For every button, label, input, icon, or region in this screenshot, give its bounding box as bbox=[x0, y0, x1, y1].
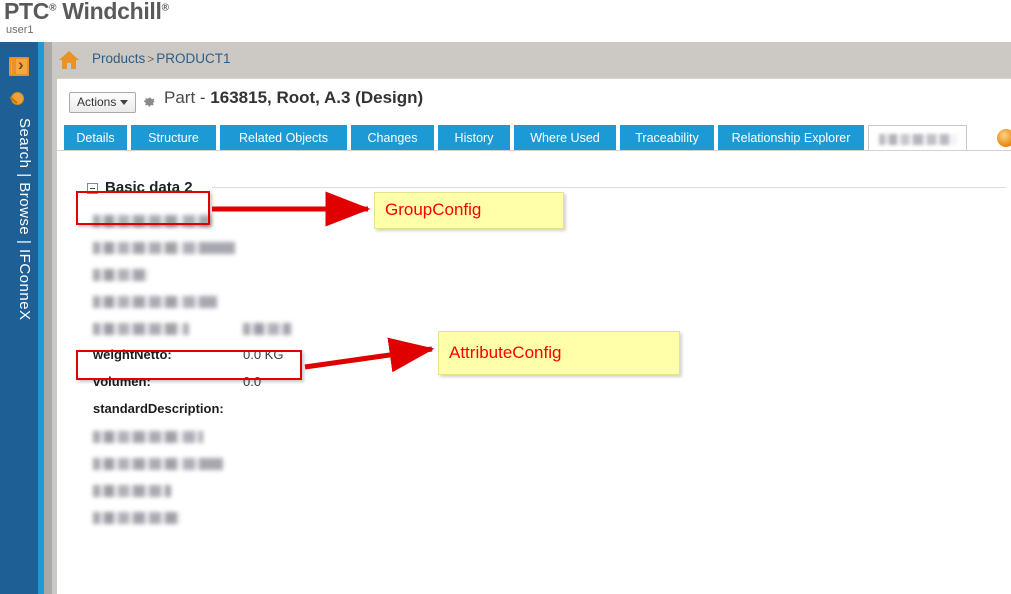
pin-icon[interactable] bbox=[11, 92, 24, 105]
attribute-value: 0.0 KG bbox=[243, 347, 284, 362]
tab-history[interactable]: History bbox=[438, 125, 510, 151]
breadcrumb-root[interactable]: Products bbox=[92, 51, 145, 66]
registered-mark-2: ® bbox=[161, 2, 169, 14]
application-window: PTC® Windchill® user1 Search | Browse | … bbox=[0, 0, 1011, 594]
home-icon[interactable] bbox=[58, 50, 80, 70]
tab-relationship-explorer[interactable]: Relationship Explorer bbox=[718, 125, 864, 151]
attribute-label-redacted bbox=[93, 242, 235, 254]
tab-traceability[interactable]: Traceability bbox=[620, 125, 714, 151]
attribute-label-redacted bbox=[93, 431, 203, 443]
tab-label: Related Objects bbox=[239, 131, 328, 145]
tab-structure[interactable]: Structure bbox=[131, 125, 216, 151]
actions-button-label: Actions bbox=[77, 95, 117, 109]
attribute-row: volumen: 0.0 bbox=[93, 374, 513, 401]
attribute-group-header[interactable]: Basic data 2 bbox=[87, 179, 193, 196]
ptc-windchill-logo: PTC® Windchill® bbox=[4, 0, 169, 25]
page-title: Part - 163815, Root, A.3 (Design) bbox=[164, 88, 423, 108]
attribute-row bbox=[93, 482, 513, 509]
attribute-value: 0.0 bbox=[243, 374, 262, 389]
tab-where-used[interactable]: Where Used bbox=[514, 125, 616, 151]
chevron-down-icon bbox=[120, 100, 129, 106]
attribute-label: volumen: bbox=[93, 374, 151, 389]
brand-ptc: PTC bbox=[4, 0, 50, 24]
attribute-label: standardDescription: bbox=[93, 401, 224, 416]
info-badge-icon[interactable] bbox=[995, 127, 1011, 149]
breadcrumb-current[interactable]: PRODUCT1 bbox=[156, 51, 230, 66]
tab-label: Where Used bbox=[530, 131, 600, 145]
attribute-row bbox=[93, 266, 513, 293]
breadcrumb: Products > PRODUCT1 bbox=[92, 51, 231, 66]
tab-details[interactable]: Details bbox=[64, 125, 127, 151]
sidebar-vertical-label[interactable]: Search | Browse | IFConneX bbox=[5, 118, 33, 418]
attribute-label-redacted bbox=[93, 323, 189, 335]
tab-bar-underline bbox=[57, 150, 1011, 151]
tab-label: History bbox=[454, 131, 494, 145]
tab-related-objects[interactable]: Related Objects bbox=[220, 125, 347, 151]
rail-gutter bbox=[44, 42, 52, 594]
tab-redacted[interactable] bbox=[868, 125, 967, 151]
attribute-label-redacted bbox=[93, 485, 171, 497]
brand-header: PTC® Windchill® user1 bbox=[0, 0, 1011, 42]
attribute-group-divider bbox=[212, 187, 1006, 188]
tab-label: Relationship Explorer bbox=[731, 131, 851, 145]
object-identifier: 163815, Root, A.3 (Design) bbox=[210, 88, 424, 107]
breadcrumb-separator: > bbox=[147, 52, 155, 66]
tab-bar: Details Structure Related Objects Changes Hi… bbox=[57, 125, 1011, 151]
attribute-row bbox=[93, 509, 513, 536]
attribute-label-redacted bbox=[93, 458, 223, 470]
attribute-label-redacted bbox=[93, 296, 217, 308]
breadcrumb-bar: Products > PRODUCT1 bbox=[52, 42, 1011, 78]
attribute-row: standardDescription: bbox=[93, 401, 513, 428]
attribute-label-redacted bbox=[93, 512, 181, 524]
left-navigation-rail: Search | Browse | IFConneX bbox=[0, 42, 38, 594]
tab-label-redacted bbox=[878, 134, 957, 145]
attribute-label: weightNetto: bbox=[93, 347, 172, 362]
tab-label: Details bbox=[76, 131, 115, 145]
actions-button[interactable]: Actions bbox=[69, 92, 137, 113]
attribute-label-redacted bbox=[93, 215, 211, 227]
attribute-label-redacted bbox=[93, 269, 149, 281]
registered-mark-1: ® bbox=[49, 2, 57, 14]
attribute-row bbox=[93, 293, 513, 320]
attribute-config-annotation: AttributeConfig bbox=[438, 331, 680, 375]
current-user-label: user1 bbox=[6, 24, 34, 36]
object-toolbar: Actions Part - 163815, Root, A.3 (Design… bbox=[57, 79, 1011, 125]
expand-panel-icon[interactable] bbox=[9, 55, 29, 76]
gear-icon bbox=[144, 97, 156, 107]
attribute-value-redacted bbox=[243, 323, 291, 335]
brand-product: Windchill bbox=[62, 0, 162, 24]
tab-label: Structure bbox=[148, 131, 199, 145]
attribute-group-title: Basic data 2 bbox=[105, 179, 193, 196]
object-type-label: Part - bbox=[164, 88, 211, 107]
content-shell: Products > PRODUCT1 Actions Part - 163815,… bbox=[52, 42, 1011, 594]
attribute-row bbox=[93, 428, 513, 455]
attribute-row bbox=[93, 455, 513, 482]
group-config-annotation: GroupConfig bbox=[374, 192, 564, 229]
tab-changes[interactable]: Changes bbox=[351, 125, 434, 151]
tab-label: Traceability bbox=[635, 131, 699, 145]
tab-label: Changes bbox=[367, 131, 418, 145]
collapse-minus-icon[interactable] bbox=[87, 182, 98, 194]
attribute-row bbox=[93, 239, 513, 266]
